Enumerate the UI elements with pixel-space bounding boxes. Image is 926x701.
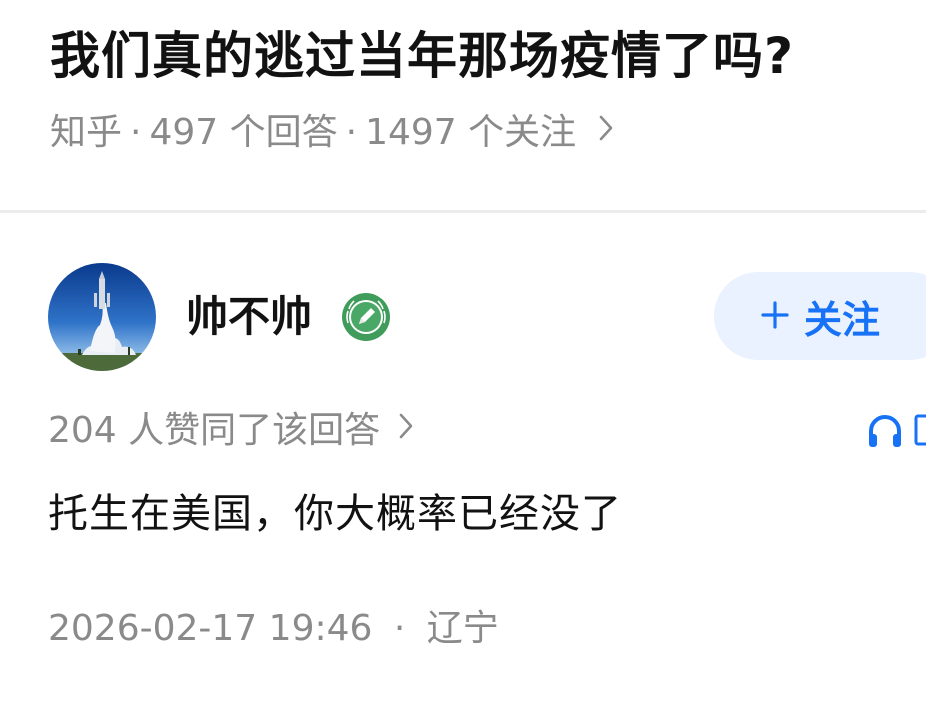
section-divider <box>0 210 926 213</box>
listen-label-edge <box>914 412 926 448</box>
follow-label: 关注 <box>804 297 881 342</box>
chevron-right-icon <box>398 408 414 454</box>
source-label: 知乎 <box>50 112 123 153</box>
vote-count-text: 204 人赞同了该回答 <box>48 410 381 451</box>
follow-button[interactable]: 关注 <box>714 272 926 360</box>
question-meta[interactable]: 知乎 · 497 个回答 · 1497 个关注 <box>50 110 614 156</box>
headphones-icon[interactable] <box>866 412 904 450</box>
meta-separator: · <box>130 112 142 153</box>
question-title[interactable]: 我们真的逃过当年那场疫情了吗? <box>50 22 794 90</box>
answer-location: 辽宁 <box>426 608 499 649</box>
plus-icon <box>760 294 790 338</box>
avatar[interactable] <box>48 263 156 371</box>
meta-separator: · <box>345 112 358 153</box>
chevron-right-icon <box>598 110 614 156</box>
answer-timestamp: 2026-02-17 19:46 <box>48 608 373 649</box>
footer-separator: · <box>393 608 406 649</box>
answer-count: 497 个回答 <box>149 112 338 153</box>
vote-count-link[interactable]: 204 人赞同了该回答 <box>48 408 414 454</box>
author-name[interactable]: 帅不帅 <box>186 290 312 344</box>
answer-footer: 2026-02-17 19:46 · 辽宁 <box>48 606 499 652</box>
follower-count: 1497 个关注 <box>365 112 577 153</box>
pencil-badge-icon[interactable] <box>340 291 392 343</box>
answer-content[interactable]: 托生在美国，你大概率已经没了 <box>48 486 622 542</box>
